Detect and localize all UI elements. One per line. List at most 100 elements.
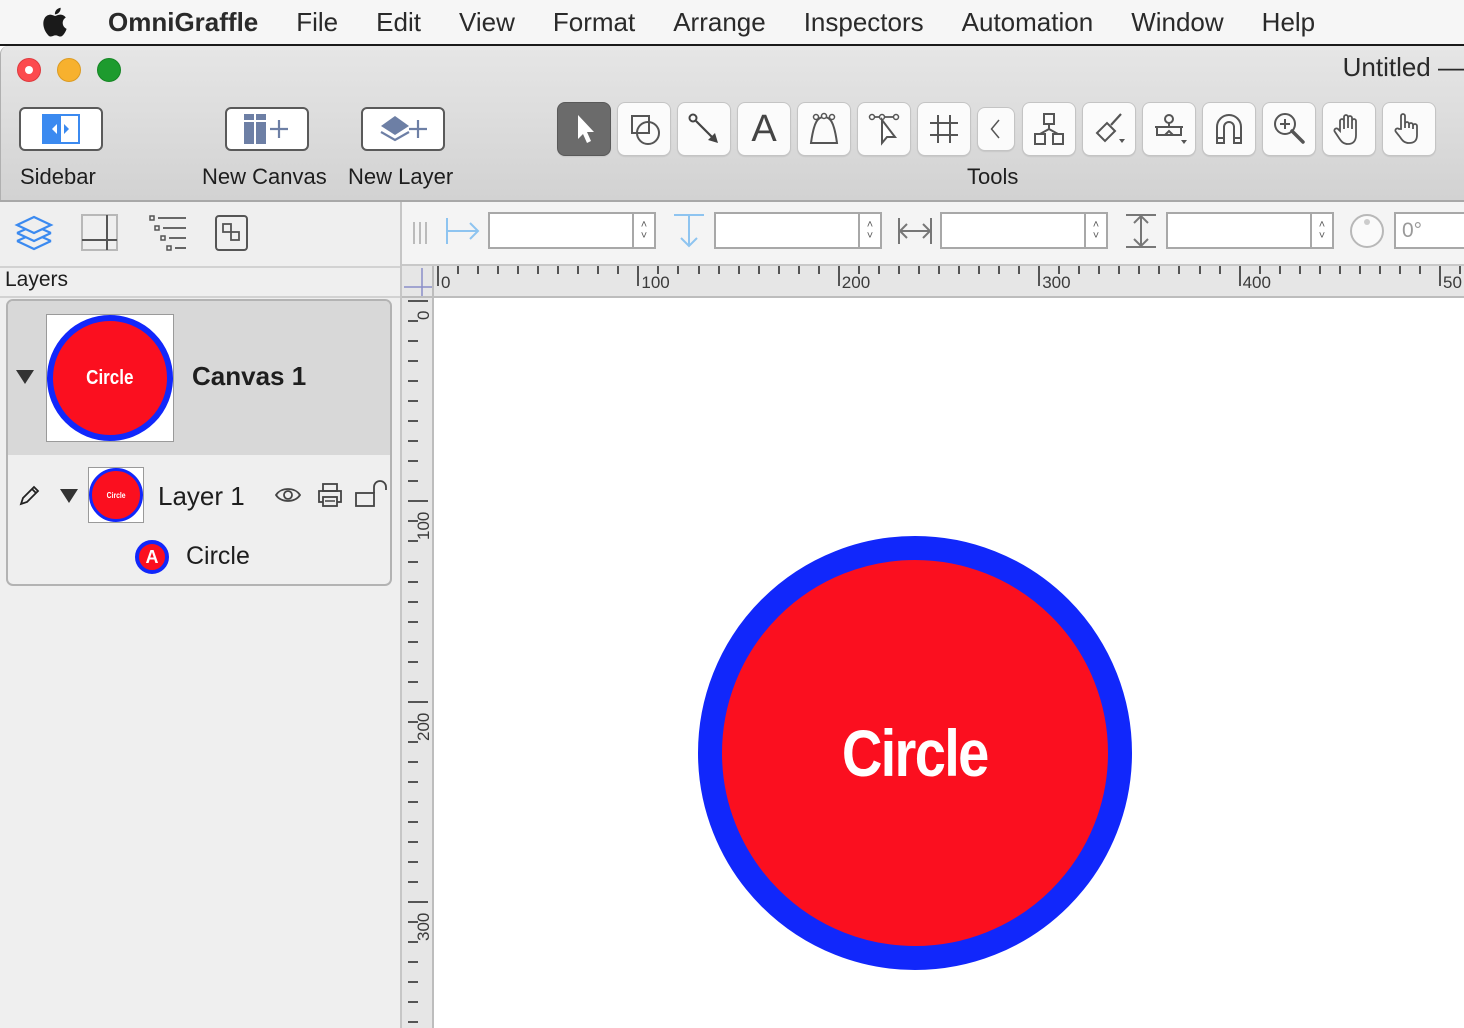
ruler-tick: [617, 266, 620, 274]
style-brush-tool[interactable]: [1082, 102, 1136, 156]
menu-format[interactable]: Format: [553, 7, 635, 38]
y-position-field[interactable]: ˄ ˅: [714, 212, 882, 249]
ruler-tick: [408, 1001, 418, 1004]
pen-tool[interactable]: [797, 102, 851, 156]
menu-arrange[interactable]: Arrange: [673, 7, 766, 38]
width-field[interactable]: ˄ ˅: [940, 212, 1108, 249]
ruler-tick: [408, 500, 428, 503]
selection-tool[interactable]: [557, 102, 611, 156]
diagram-tool[interactable]: [1022, 102, 1076, 156]
rotation-value: 0°: [1402, 219, 1423, 242]
layers-list: Circle Canvas 1 Circle Layer 1 A Circle: [6, 299, 392, 586]
minimize-window-button[interactable]: [57, 58, 81, 82]
disclosure-triangle-icon[interactable]: [60, 489, 78, 503]
drag-handle-icon[interactable]: [410, 220, 430, 246]
ruler-tick: [437, 266, 439, 286]
ruler-tick: [1178, 266, 1181, 274]
new-layer-button[interactable]: [361, 107, 445, 151]
zoom-window-button[interactable]: [97, 58, 121, 82]
close-window-button[interactable]: [17, 58, 41, 82]
height-icon: [1126, 214, 1156, 248]
height-stepper[interactable]: ˄ ˅: [1310, 214, 1332, 247]
diagram-grid-tool[interactable]: [917, 102, 971, 156]
sidebar-toggle-button[interactable]: [19, 107, 103, 151]
new-layer-label: New Layer: [348, 164, 454, 189]
ruler-tick: [877, 266, 880, 274]
rotation-dial[interactable]: [1348, 212, 1386, 250]
pencil-icon[interactable]: [18, 483, 42, 507]
ruler-tick: [408, 901, 428, 904]
y-position-stepper[interactable]: ˄ ˅: [858, 214, 880, 247]
horizontal-ruler[interactable]: 0 100 200 300 400 50: [402, 266, 1464, 298]
ruler-label: 50: [1443, 273, 1462, 292]
text-icon: A: [751, 107, 777, 150]
ruler-tick: [408, 801, 418, 803]
printer-icon[interactable]: [316, 481, 344, 509]
magnet-icon: [1216, 114, 1242, 144]
thumbnail-circle: Circle: [47, 315, 173, 441]
crosshair-icon: [404, 268, 432, 296]
ruler-tick: [497, 266, 500, 274]
tab-canvas[interactable]: [77, 210, 123, 256]
ruler-tick: [1158, 266, 1161, 274]
shape-tool[interactable]: [617, 102, 671, 156]
apple-menu[interactable]: [0, 6, 110, 38]
canvas-row[interactable]: Circle Canvas 1: [8, 301, 390, 455]
eye-visibility-icon[interactable]: [274, 485, 302, 505]
ruler-label: 200: [841, 273, 871, 292]
window-title: Untitled —: [1342, 52, 1464, 82]
sidebar-label: Sidebar: [20, 164, 96, 189]
menu-view[interactable]: View: [459, 7, 515, 38]
x-position-stepper[interactable]: ˄ ˅: [632, 214, 654, 247]
ruler-tick: [408, 580, 418, 583]
vertical-ruler[interactable]: 0 100 200 300: [402, 298, 434, 1028]
rotation-field[interactable]: 0°: [1394, 212, 1464, 249]
tab-objects[interactable]: [209, 210, 255, 256]
menu-edit[interactable]: Edit: [376, 7, 421, 38]
menu-file[interactable]: File: [296, 7, 338, 38]
point-editor-tool[interactable]: [857, 102, 911, 156]
x-position-field[interactable]: ˄ ˅: [488, 212, 656, 249]
shape-icon: [631, 115, 660, 145]
unlocked-padlock-icon[interactable]: [354, 479, 388, 509]
menu-app-name[interactable]: OmniGraffle: [108, 7, 258, 38]
ruler-tick: [408, 420, 418, 423]
ruler-tick: [477, 266, 480, 274]
menu-help[interactable]: Help: [1262, 7, 1315, 38]
tab-outline[interactable]: [145, 210, 191, 256]
new-canvas-button[interactable]: [225, 107, 309, 151]
ruler-tick: [408, 861, 418, 864]
ruler-tick: [408, 941, 418, 944]
ruler-tick: [408, 680, 418, 683]
rubber-stamp-tool[interactable]: [1142, 102, 1196, 156]
ruler-tick: [1218, 266, 1221, 274]
ruler-origin[interactable]: [402, 266, 434, 298]
menu-window[interactable]: Window: [1131, 7, 1223, 38]
layers-section-title: Layers: [5, 268, 69, 291]
ruler-tick: [408, 480, 418, 483]
height-field[interactable]: ˄ ˅: [1166, 212, 1334, 249]
brush-icon: [1095, 113, 1125, 143]
arrow-pointer-icon: [578, 115, 594, 143]
browse-tool[interactable]: [1382, 102, 1436, 156]
hand-icon: [1333, 114, 1357, 145]
text-tool[interactable]: A: [737, 102, 791, 156]
hand-tool[interactable]: [1322, 102, 1376, 156]
menu-inspectors[interactable]: Inspectors: [804, 7, 924, 38]
tab-layers[interactable]: [11, 210, 57, 256]
ruler-tick: [517, 266, 520, 274]
ruler-label: 300: [1042, 273, 1071, 292]
ruler-tick: [958, 266, 961, 274]
disclosure-triangle-icon[interactable]: [16, 370, 34, 384]
drawing-canvas[interactable]: Circle: [434, 298, 1464, 1028]
circle-shape[interactable]: Circle: [698, 536, 1132, 970]
width-stepper[interactable]: ˄ ˅: [1084, 214, 1106, 247]
ruler-tick: [408, 540, 418, 543]
menu-automation[interactable]: Automation: [962, 7, 1094, 38]
line-tool[interactable]: [677, 102, 731, 156]
zoom-tool[interactable]: [1262, 102, 1316, 156]
ruler-tick: [777, 266, 780, 274]
stamp-icon: [1155, 114, 1187, 144]
magnet-tool[interactable]: [1202, 102, 1256, 156]
collapse-tools-button[interactable]: [977, 107, 1015, 151]
